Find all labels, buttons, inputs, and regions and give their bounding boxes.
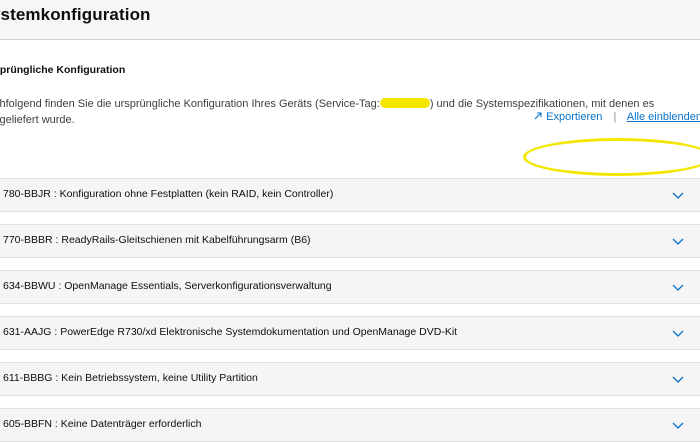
redacted-service-tag <box>379 98 430 108</box>
config-item-row[interactable]: 780-BBJR : Konfiguration ohne Festplatte… <box>0 178 700 212</box>
config-item-label: 780-BBJR : Konfiguration ohne Festplatte… <box>3 188 334 200</box>
highlight-annotation <box>523 138 700 176</box>
description-text-line2: sgeliefert wurde. <box>0 114 75 126</box>
export-label: Exportieren <box>546 111 603 123</box>
chevron-down-icon[interactable] <box>672 373 684 385</box>
config-item-label: 770-BBBR : ReadyRails-Gleitschienen mit … <box>3 234 311 246</box>
section-title: sprüngliche Konfiguration <box>0 64 126 76</box>
config-item-label: 631-AAJG : PowerEdge R730/xd Elektronisc… <box>3 326 458 338</box>
description-text-end: ) und die Systemspezifikationen, mit den… <box>429 98 655 110</box>
chevron-down-icon[interactable] <box>672 281 684 293</box>
page-title: ystemkonfiguration <box>0 5 151 24</box>
config-item-label: 611-BBBG : Kein Betriebssystem, keine Ut… <box>3 372 258 384</box>
config-item-row[interactable]: 631-AAJG : PowerEdge R730/xd Elektronisc… <box>0 316 700 350</box>
actions-bar: Exportieren | Alle einblenden <box>533 111 700 123</box>
show-all-link[interactable]: Alle einblenden <box>627 111 700 123</box>
description-text-start: chfolgend finden Sie die ursprüngliche K… <box>0 98 380 110</box>
config-item-label: 605-BBFN : Keine Datenträger erforderlic… <box>3 418 202 430</box>
config-item-row[interactable]: 605-BBFN : Keine Datenträger erforderlic… <box>0 408 700 442</box>
chevron-down-icon[interactable] <box>672 327 684 339</box>
config-item-row[interactable]: 611-BBBG : Kein Betriebssystem, keine Ut… <box>0 362 700 396</box>
config-item-row[interactable]: 770-BBBR : ReadyRails-Gleitschienen mit … <box>0 224 700 258</box>
actions-divider: | <box>613 111 617 123</box>
external-link-icon <box>534 112 542 120</box>
config-item-row[interactable]: 634-BBWU : OpenManage Essentials, Server… <box>0 270 700 304</box>
page-header: ystemkonfiguration <box>0 0 700 40</box>
export-link[interactable]: Exportieren <box>533 111 605 123</box>
chevron-down-icon[interactable] <box>672 235 684 247</box>
chevron-down-icon[interactable] <box>672 189 684 201</box>
config-item-label: 634-BBWU : OpenManage Essentials, Server… <box>3 280 332 292</box>
chevron-down-icon[interactable] <box>672 419 684 431</box>
